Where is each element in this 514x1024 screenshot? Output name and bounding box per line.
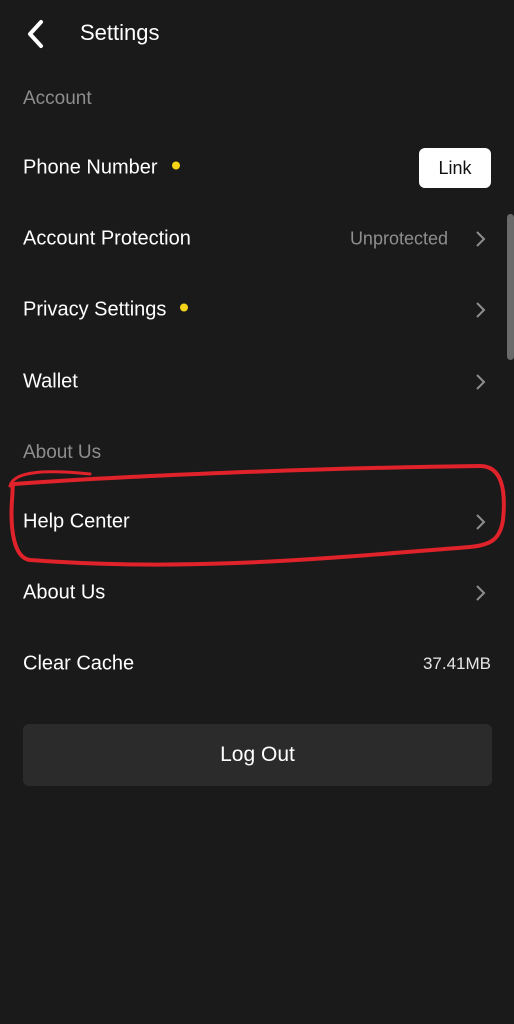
chevron-right-icon (476, 231, 486, 247)
chevron-right-icon (476, 302, 486, 318)
chevron-right-icon (476, 585, 486, 601)
row-label: Phone Number (23, 157, 180, 180)
back-button[interactable] (18, 14, 54, 54)
row-phone-number: Phone Number Link (0, 137, 514, 199)
cache-size: 37.41MB (422, 654, 491, 673)
row-label: About Us (23, 581, 106, 604)
row-help-center[interactable]: Help Center (0, 491, 514, 553)
row-clear-cache[interactable]: Clear Cache 37.41MB (0, 633, 514, 695)
row-label: Account Protection (23, 227, 191, 250)
page-title: Settings (80, 20, 160, 45)
logout-button[interactable]: Log Out (23, 724, 492, 786)
section-label-about: About Us (23, 442, 102, 463)
chevron-left-icon (28, 20, 43, 48)
notification-dot (180, 303, 189, 312)
section-label-account: Account (23, 88, 92, 109)
row-label: Privacy Settings (23, 299, 189, 322)
row-label: Clear Cache (23, 652, 135, 675)
row-about-us[interactable]: About Us (0, 562, 514, 624)
row-account-protection[interactable]: Account Protection Unprotected (0, 208, 514, 270)
link-phone-button[interactable]: Link (419, 148, 491, 188)
chevron-right-icon (476, 514, 486, 530)
row-label: Help Center (23, 510, 130, 533)
row-label: Wallet (23, 370, 78, 393)
scrollbar[interactable] (507, 214, 514, 360)
protection-status: Unprotected (349, 228, 448, 249)
chevron-right-icon (476, 374, 486, 390)
notification-dot (171, 161, 180, 170)
row-wallet[interactable]: Wallet (0, 351, 514, 413)
row-privacy-settings[interactable]: Privacy Settings (0, 279, 514, 341)
header-bar: Settings (0, 0, 514, 68)
